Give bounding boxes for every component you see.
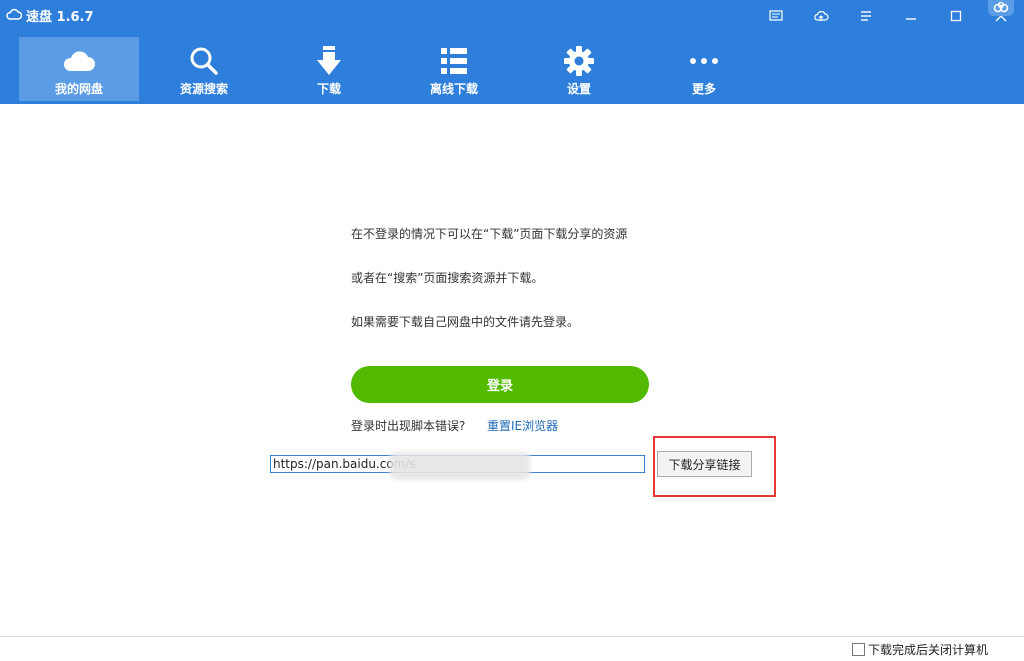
main-nav: 我的网盘 资源搜索 下载 离线下载 设置 更多	[0, 32, 1024, 104]
cloud-icon	[6, 8, 23, 24]
info-text-login-hint: 如果需要下载自己网盘中的文件请先登录。	[351, 315, 580, 329]
nav-settings[interactable]: 设置	[519, 37, 639, 101]
app-title: 速盘 1.6.7	[6, 6, 94, 25]
redaction-mask	[390, 452, 530, 480]
nav-label: 离线下载	[429, 82, 478, 96]
search-icon	[144, 45, 264, 77]
list-icon[interactable]	[855, 6, 877, 26]
cloud-icon	[19, 45, 139, 77]
baidu-logo-icon	[988, 0, 1014, 16]
nav-label: 设置	[566, 82, 591, 96]
nav-resource-search[interactable]: 资源搜索	[144, 37, 264, 101]
minimize-icon[interactable]	[900, 6, 922, 26]
reset-ie-link[interactable]: 重置IE浏览器	[487, 417, 558, 434]
more-dots-icon	[644, 45, 764, 77]
status-bar: 下载完成后关闭计算机	[0, 636, 1024, 661]
gear-icon	[519, 45, 639, 77]
nav-label: 我的网盘	[54, 82, 103, 96]
shutdown-checkbox[interactable]	[851, 643, 865, 656]
info-text-search-hint: 或者在“搜索”页面搜索资源并下载。	[351, 271, 544, 285]
nav-more[interactable]: 更多	[644, 37, 764, 101]
title-bar: 速盘 1.6.7	[0, 0, 1024, 32]
list-grid-icon	[394, 45, 514, 77]
info-text-download-hint: 在不登录的情况下可以在“下载”页面下载分享的资源	[351, 227, 628, 241]
shutdown-label: 下载完成后关闭计算机	[867, 643, 988, 657]
download-share-link-button[interactable]: 下载分享链接	[657, 451, 752, 477]
nav-download[interactable]: 下载	[269, 37, 389, 101]
maximize-icon[interactable]	[945, 6, 967, 26]
upload-cloud-icon[interactable]	[810, 6, 832, 26]
shutdown-option[interactable]: 下载完成后关闭计算机	[851, 641, 988, 658]
script-error-text: 登录时出现脚本错误?	[351, 419, 466, 433]
nav-label: 资源搜索	[179, 82, 228, 96]
nav-label: 下载	[316, 82, 341, 96]
nav-offline-download[interactable]: 离线下载	[394, 37, 514, 101]
message-icon[interactable]	[765, 6, 787, 26]
download-arrow-icon	[269, 45, 389, 77]
login-button[interactable]: 登录	[351, 366, 649, 403]
app-title-text: 速盘 1.6.7	[26, 10, 94, 25]
nav-label: 更多	[691, 82, 716, 96]
nav-my-disk[interactable]: 我的网盘	[19, 37, 139, 101]
